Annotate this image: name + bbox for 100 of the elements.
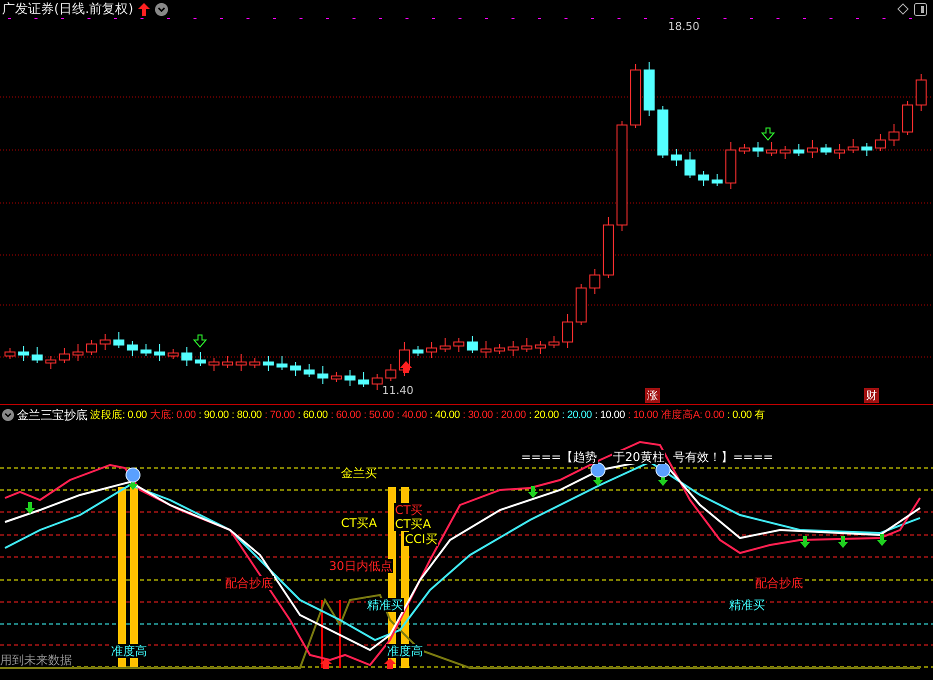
candle: [290, 362, 302, 376]
diamond-icon[interactable]: [897, 3, 909, 15]
candle: [902, 100, 914, 136]
legend-value: 大底: 0.00: [150, 408, 196, 422]
legend-value: : 60.00: [330, 409, 361, 421]
legend-value: : 80.00: [232, 409, 262, 421]
candle: [562, 314, 574, 348]
legend-value: : 10.00: [628, 409, 658, 421]
legend-value: 准度高A: 0.00: [660, 408, 724, 422]
signal-label: 于20黄柱: [612, 450, 666, 464]
up-arrow-icon[interactable]: [138, 2, 150, 16]
signal-label: CT买A: [394, 517, 432, 531]
candle: [249, 358, 260, 368]
candle: [602, 216, 614, 278]
signal-label: 准度高: [110, 644, 148, 658]
candle: [208, 358, 220, 372]
candle: [684, 152, 696, 178]
candle: [766, 142, 778, 156]
down-arrow-icon: [760, 128, 776, 141]
signal-label: 准度高: [386, 644, 424, 658]
candle: [874, 134, 886, 152]
candle: [385, 364, 396, 382]
candle: [738, 144, 750, 154]
dropdown-icon[interactable]: [2, 409, 14, 421]
candle: [344, 370, 356, 386]
candle: [725, 142, 736, 190]
candle: [806, 140, 818, 158]
candle: [154, 344, 166, 362]
legend-value: : 40.00: [430, 409, 460, 421]
signal-label: CT买A: [340, 516, 378, 530]
legend-value: : 90.00: [198, 409, 229, 421]
candle: [589, 268, 600, 294]
signal-label: 金兰买: [340, 466, 378, 480]
candle: [426, 342, 438, 358]
price-badge: 涨: [645, 388, 660, 403]
up-arrow-icon: [384, 658, 396, 669]
legend-value: : 0.00: [727, 409, 752, 421]
down-arrow-icon: [838, 536, 848, 548]
ball-icon: [126, 468, 140, 482]
up-arrow-icon: [400, 361, 412, 373]
signal-label: CT买: [394, 503, 424, 517]
candle: [330, 372, 342, 382]
legend-value: 波段底: 0.00: [90, 408, 147, 422]
candle: [548, 336, 560, 348]
candle: [480, 340, 492, 358]
low-price-label: 11.40: [382, 384, 414, 397]
candle: [834, 144, 846, 160]
candle: [848, 138, 859, 154]
candle: [32, 346, 43, 364]
candle: [276, 356, 288, 370]
window-icon[interactable]: [914, 2, 927, 16]
candle: [644, 62, 655, 116]
candle: [317, 366, 328, 384]
down-arrow-icon: [877, 534, 887, 546]
high-price-label: 18.50: [668, 20, 700, 33]
candle: [194, 352, 206, 366]
legend-value: : 70.00: [264, 409, 295, 421]
candle: [494, 344, 506, 354]
candle: [534, 340, 546, 354]
candle: [372, 374, 383, 390]
up-arrow-icon: [320, 658, 332, 669]
candle: [916, 74, 927, 112]
signal-label: 精准买: [366, 598, 404, 612]
candle: [18, 346, 30, 362]
candle: [888, 124, 900, 146]
candle: [440, 338, 451, 352]
signal-label: ====【趋势: [520, 450, 598, 464]
legend-value: : 20.00: [496, 409, 526, 421]
candle: [113, 332, 124, 348]
chart-title: 广发证券(日线.前复权): [2, 1, 134, 18]
candle: [521, 338, 532, 352]
candle: [453, 338, 464, 352]
signal-label: 配合抄底: [754, 576, 804, 590]
candle: [222, 356, 234, 368]
legend-value: : 40.00: [396, 409, 427, 421]
candle: [780, 146, 791, 160]
signal-label: 精准买: [728, 598, 766, 612]
candle: [86, 340, 98, 356]
ball-icon: [590, 462, 606, 478]
candle: [670, 148, 682, 166]
ball-icon: [656, 462, 670, 478]
legend-value: : 60.00: [298, 409, 328, 421]
candle: [508, 340, 519, 356]
candle: [72, 344, 84, 362]
candle: [576, 284, 587, 326]
legend-value: : 20.00: [562, 409, 592, 421]
candle: [58, 348, 70, 364]
candle: [168, 348, 179, 360]
candle: [126, 340, 138, 356]
down-arrow-icon: [192, 334, 208, 348]
candle: [698, 170, 710, 186]
dropdown-icon[interactable]: [155, 2, 168, 16]
candle: [236, 354, 247, 372]
candle: [140, 344, 152, 356]
legend-value: 有: [754, 408, 766, 422]
candle: [752, 142, 764, 158]
down-arrow-icon: [528, 486, 538, 498]
candle: [358, 372, 370, 388]
candle: [630, 64, 642, 128]
candle: [861, 142, 872, 156]
